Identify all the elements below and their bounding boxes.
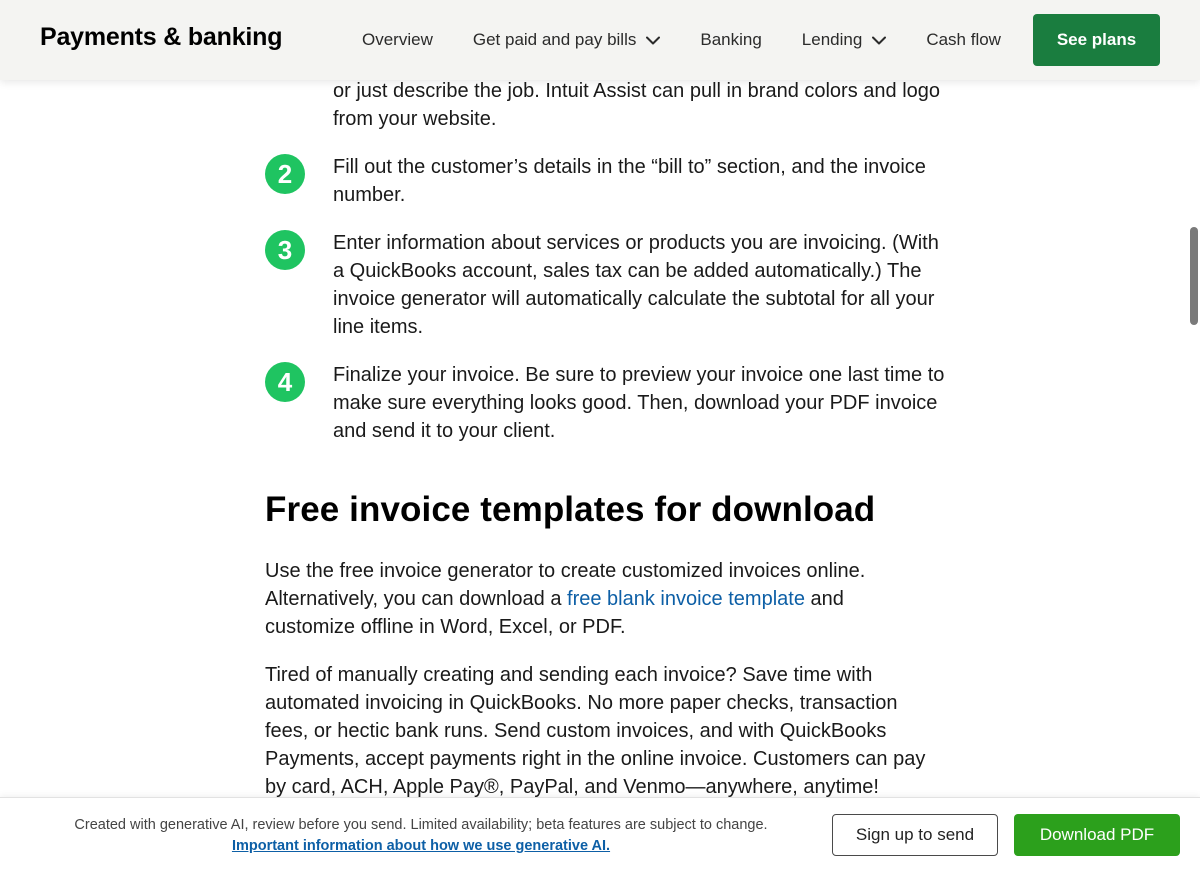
step-1-text-fragment: or just describe the job. Intuit Assist …	[333, 80, 941, 130]
step-4-text: Finalize your invoice. Be sure to previe…	[333, 364, 945, 442]
nav-banking-label: Banking	[700, 30, 762, 49]
nav-lending-label: Lending	[801, 30, 863, 49]
step-3-text: Enter information about services or prod…	[333, 232, 939, 338]
see-plans-button[interactable]: See plans	[1033, 14, 1160, 66]
section-heading: Free invoice templates for download	[265, 490, 876, 529]
sign-up-to-send-button[interactable]: Sign up to send	[832, 814, 998, 856]
chevron-down-icon	[872, 36, 887, 44]
step-3-number-badge: 3	[265, 230, 305, 270]
download-pdf-button[interactable]: Download PDF	[1014, 814, 1180, 856]
step-2-number-badge: 2	[265, 154, 305, 194]
nav-banking[interactable]: Banking	[700, 30, 761, 50]
chevron-down-icon	[646, 36, 661, 44]
nav-get-paid-label: Get paid and pay bills	[472, 30, 637, 49]
step-2-text: Fill out the customer’s details in the “…	[333, 156, 926, 206]
ai-disclaimer: Created with generative AI, review befor…	[74, 817, 768, 833]
templates-paragraph: Use the free invoice generator to create…	[265, 557, 935, 641]
automated-invoicing-paragraph: Tired of manually creating and sending e…	[265, 664, 926, 798]
nav-cash-flow[interactable]: Cash flow	[926, 30, 1001, 50]
brand-title: Payments & banking	[40, 23, 283, 51]
nav-lending[interactable]: Lending	[802, 30, 887, 50]
ai-info-link-wrapper: Important information about how we use g…	[40, 836, 802, 856]
bottom-action-bar: Created with generative AI, review befor…	[0, 797, 1200, 871]
nav-links: Overview Get paid and pay bills Banking …	[362, 0, 1001, 80]
nav-overview-label: Overview	[362, 30, 433, 49]
ai-info-link[interactable]: Important information about how we use g…	[232, 838, 610, 854]
nav-get-paid-and-pay-bills[interactable]: Get paid and pay bills	[473, 30, 661, 50]
blank-invoice-template-link[interactable]: free blank invoice template	[567, 588, 805, 610]
step-4-number-badge: 4	[265, 362, 305, 402]
nav-cash-flow-label: Cash flow	[926, 30, 1001, 49]
top-navigation: Payments & banking Overview Get paid and…	[0, 0, 1200, 80]
scrollbar-thumb[interactable]	[1190, 227, 1198, 325]
nav-overview[interactable]: Overview	[362, 30, 433, 50]
